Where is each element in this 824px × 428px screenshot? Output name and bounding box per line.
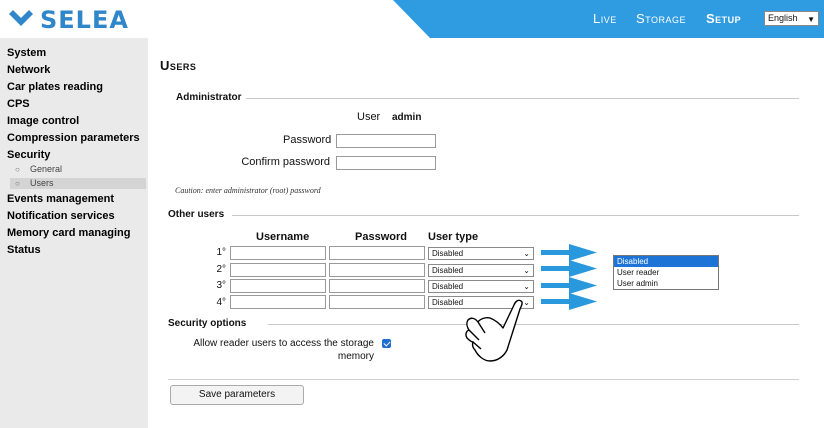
user-type-value: Disabled <box>432 282 464 291</box>
section-divider <box>268 324 799 325</box>
footer-divider <box>168 379 799 380</box>
arrow-icon <box>541 244 597 261</box>
caution-note: Caution: enter administrator (root) pass… <box>175 186 321 195</box>
sidebar-item-status[interactable]: Status <box>7 244 41 256</box>
username-input-1[interactable] <box>230 246 326 260</box>
sidebar-item-system[interactable]: System <box>7 47 46 59</box>
arrow-icon <box>541 277 597 294</box>
arrow-icon <box>541 260 597 277</box>
user-type-value: Disabled <box>432 298 464 307</box>
hand-pointer-icon <box>465 299 523 362</box>
column-user-type: User type <box>428 231 479 243</box>
password-input-3[interactable] <box>329 279 425 293</box>
section-divider <box>232 215 799 216</box>
column-password: Password <box>355 231 407 243</box>
row-number: 3° <box>216 280 226 291</box>
chevron-down-icon: ⌄ <box>523 249 530 258</box>
allow-reader-label-cont: memory <box>337 351 374 362</box>
sidebar: System Network Car plates reading CPS Im… <box>0 38 148 428</box>
option-disabled[interactable]: Disabled <box>614 256 718 267</box>
admin-confirm-password-input[interactable] <box>336 156 436 170</box>
user-type-select-4[interactable]: Disabled ⌄ <box>428 296 534 309</box>
sidebar-item-notification-services[interactable]: Notification services <box>7 210 115 222</box>
username-input-4[interactable] <box>230 295 326 309</box>
user-type-dropdown-list[interactable]: Disabled User reader User admin <box>613 255 719 290</box>
sidebar-item-memory-card-managing[interactable]: Memory card managing <box>7 227 130 239</box>
password-input-2[interactable] <box>329 263 425 277</box>
section-divider <box>240 98 799 99</box>
nav-live[interactable]: Live <box>593 11 617 26</box>
user-type-value: Disabled <box>432 249 464 258</box>
option-user-reader[interactable]: User reader <box>614 267 718 278</box>
username-input-3[interactable] <box>230 279 326 293</box>
allow-reader-checkbox[interactable] <box>382 339 391 348</box>
security-options-heading: Security options <box>168 318 251 329</box>
language-value: English <box>768 13 798 23</box>
sidebar-subitem-users[interactable]: ○ Users <box>10 178 146 189</box>
column-username: Username <box>256 231 310 243</box>
chevron-down-icon: ⌄ <box>523 282 530 291</box>
header: SELEA Live Storage Setup English ▼ <box>0 0 824 38</box>
other-users-heading: Other users <box>168 209 229 220</box>
row-number: 4° <box>216 297 226 308</box>
row-number: 2° <box>216 264 226 275</box>
brand-name: SELEA <box>40 6 129 34</box>
chevron-down-icon: ⌄ <box>523 298 530 307</box>
arrow-icon <box>541 293 597 310</box>
admin-username: admin <box>392 112 422 123</box>
sidebar-subitem-label: Users <box>30 178 54 188</box>
brand-logo: SELEA <box>8 6 129 34</box>
allow-reader-label: Allow reader users to access the storage <box>193 338 374 349</box>
logo-chevron-icon <box>9 10 33 26</box>
sidebar-item-events-management[interactable]: Events management <box>7 193 114 205</box>
sidebar-item-cps[interactable]: CPS <box>7 98 30 110</box>
sidebar-subitem-general[interactable]: ○ General <box>10 164 146 175</box>
sidebar-item-image-control[interactable]: Image control <box>7 115 79 127</box>
sidebar-subitem-label: General <box>30 164 63 174</box>
language-select[interactable]: English ▼ <box>764 11 819 26</box>
user-type-select-2[interactable]: Disabled ⌄ <box>428 264 534 277</box>
sidebar-item-car-plates-reading[interactable]: Car plates reading <box>7 81 103 93</box>
confirm-password-label: Confirm password <box>241 156 330 168</box>
chevron-down-icon: ▼ <box>807 15 815 24</box>
save-parameters-button[interactable]: Save parameters <box>170 385 304 405</box>
user-type-select-3[interactable]: Disabled ⌄ <box>428 280 534 293</box>
bullet-icon: ○ <box>15 179 20 188</box>
user-type-select-1[interactable]: Disabled ⌄ <box>428 247 534 260</box>
nav-storage[interactable]: Storage <box>636 11 686 26</box>
password-label: Password <box>283 134 332 146</box>
sidebar-item-security[interactable]: Security <box>7 149 50 161</box>
chevron-down-icon: ⌄ <box>523 266 530 275</box>
bullet-icon: ○ <box>15 165 20 174</box>
sidebar-item-network[interactable]: Network <box>7 64 50 76</box>
row-number: 1° <box>216 247 226 258</box>
password-input-4[interactable] <box>329 295 425 309</box>
nav-setup[interactable]: Setup <box>706 11 741 26</box>
option-user-admin[interactable]: User admin <box>614 278 718 289</box>
sidebar-item-compression-parameters[interactable]: Compression parameters <box>7 132 140 144</box>
username-input-2[interactable] <box>230 263 326 277</box>
password-input-1[interactable] <box>329 246 425 260</box>
admin-password-input[interactable] <box>336 134 436 148</box>
user-label: User <box>357 111 381 123</box>
page-title: Users <box>160 58 197 73</box>
user-type-value: Disabled <box>432 266 464 275</box>
administrator-heading: Administrator <box>176 92 246 103</box>
